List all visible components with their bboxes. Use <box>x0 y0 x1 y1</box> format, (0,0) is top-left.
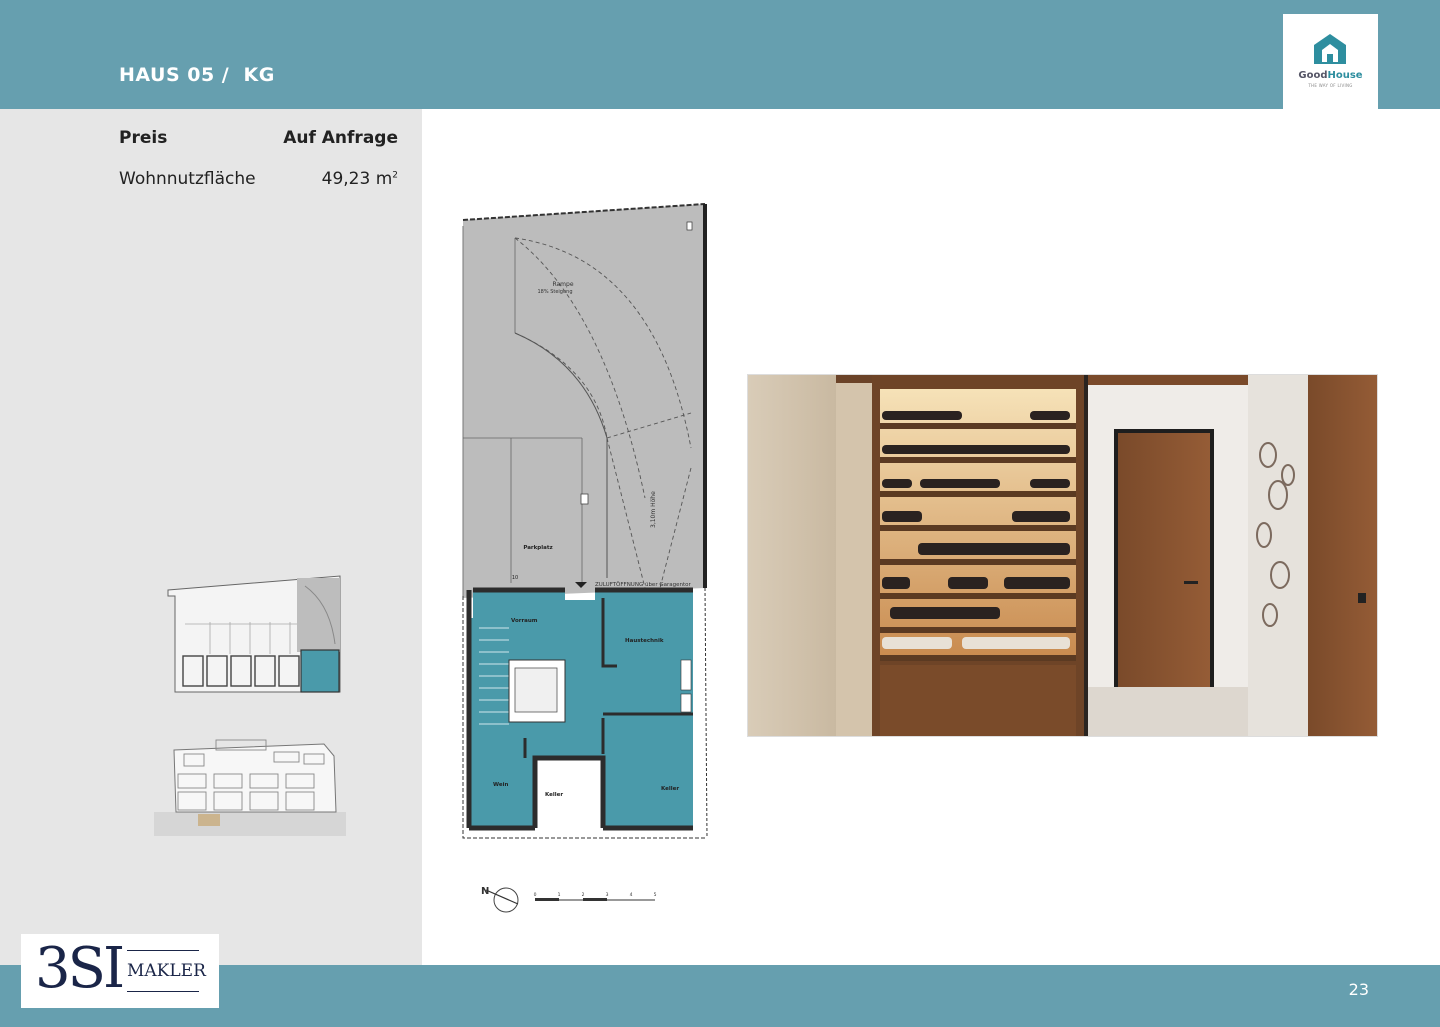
height-note: 3,10m Höhe <box>650 491 657 528</box>
wein-label: Wein <box>493 782 508 788</box>
parking-number: 10 <box>512 575 518 581</box>
brand-divider <box>127 950 199 951</box>
page-title: HAUS 05 / KG <box>119 64 275 86</box>
site-plan-thumbnail <box>167 575 341 693</box>
scale-label: 4 <box>630 892 633 898</box>
brand-sub: MAKLER <box>127 961 206 981</box>
ramp-label: Rampe <box>552 281 573 288</box>
3si-makler-logo: 3SI MAKLER <box>21 934 219 1008</box>
brand-divider <box>127 991 199 992</box>
area-value: 49,23 m2 <box>321 169 398 189</box>
page-number: 23 <box>1348 980 1369 999</box>
keller1-label: Keller <box>545 792 563 798</box>
goodhouse-logo: GoodHouse THE WAY OF LIVING <box>1283 14 1378 109</box>
north-icon: N <box>481 886 489 897</box>
scale-label: 1 <box>558 892 561 898</box>
price-value: Auf Anfrage <box>283 128 398 148</box>
info-sidebar <box>0 109 422 965</box>
scale-label: 5 <box>654 892 657 898</box>
elevation-thumbnail <box>154 739 346 836</box>
scale-label: 2 <box>582 892 585 898</box>
scale-label: 3 <box>606 892 609 898</box>
price-label: Preis <box>119 128 168 148</box>
ramp-sub-label: 18% Steigung <box>538 289 573 295</box>
parking-label: Parkplatz <box>523 545 552 551</box>
opening-label: ZULUFTÖFFNUNG über Garagentor <box>595 581 691 588</box>
scale-label: 0 <box>534 892 537 898</box>
keller2-label: Keller <box>661 786 679 792</box>
wine-cellar-rendering <box>747 374 1378 737</box>
north-arrow-and-scale: N 0 1 2 3 4 5 <box>481 886 657 913</box>
logo-tagline: THE WAY OF LIVING <box>1308 83 1353 88</box>
header-bar <box>0 0 1440 109</box>
house-logo-icon <box>1314 34 1346 64</box>
haustechnik-label: Haustechnik <box>625 638 664 644</box>
logo-wordmark: GoodHouse <box>1298 70 1363 81</box>
area-label: Wohnnutzfläche <box>119 169 256 189</box>
floor-plan: Rampe 18% Steigung Parkplatz 10 3,10m Hö… <box>462 203 708 839</box>
brand-main: 3SI <box>35 936 125 1001</box>
vorraum-label: Vorraum <box>511 618 538 624</box>
